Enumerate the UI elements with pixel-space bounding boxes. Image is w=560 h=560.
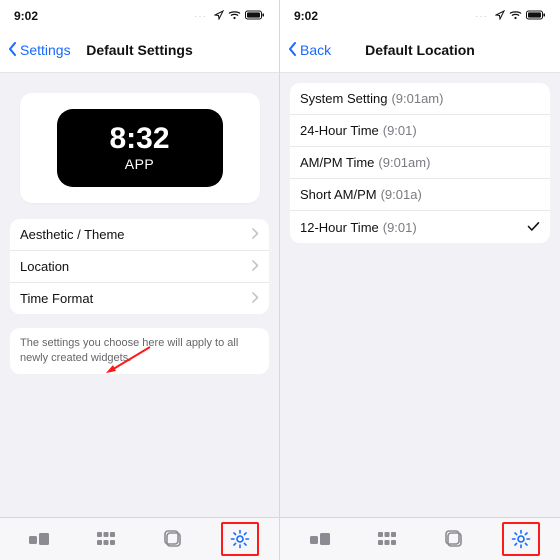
option-label: Short AM/PM <box>300 187 377 202</box>
option-label: 24-Hour Time <box>300 123 379 138</box>
row-label: Aesthetic / Theme <box>20 227 125 242</box>
annotation-highlight <box>221 522 259 556</box>
option-label: 12-Hour Time <box>300 220 379 235</box>
settings-note: The settings you choose here will apply … <box>10 328 269 374</box>
option-example: (9:01) <box>383 220 417 235</box>
widget-subtitle: APP <box>125 156 155 172</box>
row-location[interactable]: Location <box>10 251 269 283</box>
carrier-dots: ··· <box>194 11 207 22</box>
status-bar: 9:02 ··· <box>280 0 560 28</box>
annotation-highlight <box>502 522 540 556</box>
tab-grid[interactable] <box>89 524 123 554</box>
chevron-left-icon <box>288 42 297 59</box>
time-format-options: System Setting (9:01am) 24-Hour Time (9:… <box>290 83 550 243</box>
status-time: 9:02 <box>14 9 38 23</box>
option-short-ampm[interactable]: Short AM/PM (9:01a) <box>290 179 550 211</box>
location-arrow-icon <box>495 9 505 23</box>
tab-widgets[interactable] <box>303 524 337 554</box>
option-12-hour[interactable]: 12-Hour Time (9:01) <box>290 211 550 243</box>
tab-create[interactable] <box>437 524 471 554</box>
row-label: Time Format <box>20 291 93 306</box>
settings-list: Aesthetic / Theme Location Time Format <box>10 219 269 314</box>
status-bar: 9:02 ··· <box>0 0 279 28</box>
option-system-setting[interactable]: System Setting (9:01am) <box>290 83 550 115</box>
chevron-right-icon <box>252 291 259 306</box>
tab-grid[interactable] <box>370 524 404 554</box>
widget-preview: 8:32 APP <box>20 93 260 203</box>
screen-time-format: 9:02 ··· Back Default L <box>280 0 560 560</box>
back-label: Settings <box>20 42 71 58</box>
option-label: AM/PM Time <box>300 155 374 170</box>
chevron-left-icon <box>8 42 17 59</box>
tab-settings[interactable] <box>223 524 257 554</box>
battery-icon <box>245 9 265 23</box>
chevron-right-icon <box>252 227 259 242</box>
wifi-icon <box>509 9 522 23</box>
wifi-icon <box>228 9 241 23</box>
checkmark-icon <box>527 219 540 235</box>
clock-widget: 8:32 APP <box>57 109 223 187</box>
tab-create[interactable] <box>156 524 190 554</box>
option-example: (9:01am) <box>378 155 430 170</box>
tab-widgets[interactable] <box>22 524 56 554</box>
back-button[interactable]: Settings <box>8 42 71 59</box>
nav-bar: Settings Default Settings <box>0 28 279 73</box>
option-ampm[interactable]: AM/PM Time (9:01am) <box>290 147 550 179</box>
tab-bar <box>0 517 279 560</box>
location-arrow-icon <box>214 9 224 23</box>
widget-time: 8:32 <box>109 124 169 154</box>
option-example: (9:01) <box>383 123 417 138</box>
nav-bar: Back Default Location <box>280 28 560 73</box>
option-24-hour[interactable]: 24-Hour Time (9:01) <box>290 115 550 147</box>
chevron-right-icon <box>252 259 259 274</box>
option-example: (9:01am) <box>391 91 443 106</box>
tab-bar <box>280 517 560 560</box>
back-label: Back <box>300 42 331 58</box>
back-button[interactable]: Back <box>288 42 331 59</box>
option-label: System Setting <box>300 91 387 106</box>
row-time-format[interactable]: Time Format <box>10 283 269 314</box>
tab-settings[interactable] <box>504 524 538 554</box>
row-aesthetic-theme[interactable]: Aesthetic / Theme <box>10 219 269 251</box>
status-time: 9:02 <box>294 9 318 23</box>
screen-default-settings: 9:02 ··· Settings Defau <box>0 0 280 560</box>
option-example: (9:01a) <box>381 187 422 202</box>
row-label: Location <box>20 259 69 274</box>
battery-icon <box>526 9 546 23</box>
carrier-dots: ··· <box>475 11 488 22</box>
